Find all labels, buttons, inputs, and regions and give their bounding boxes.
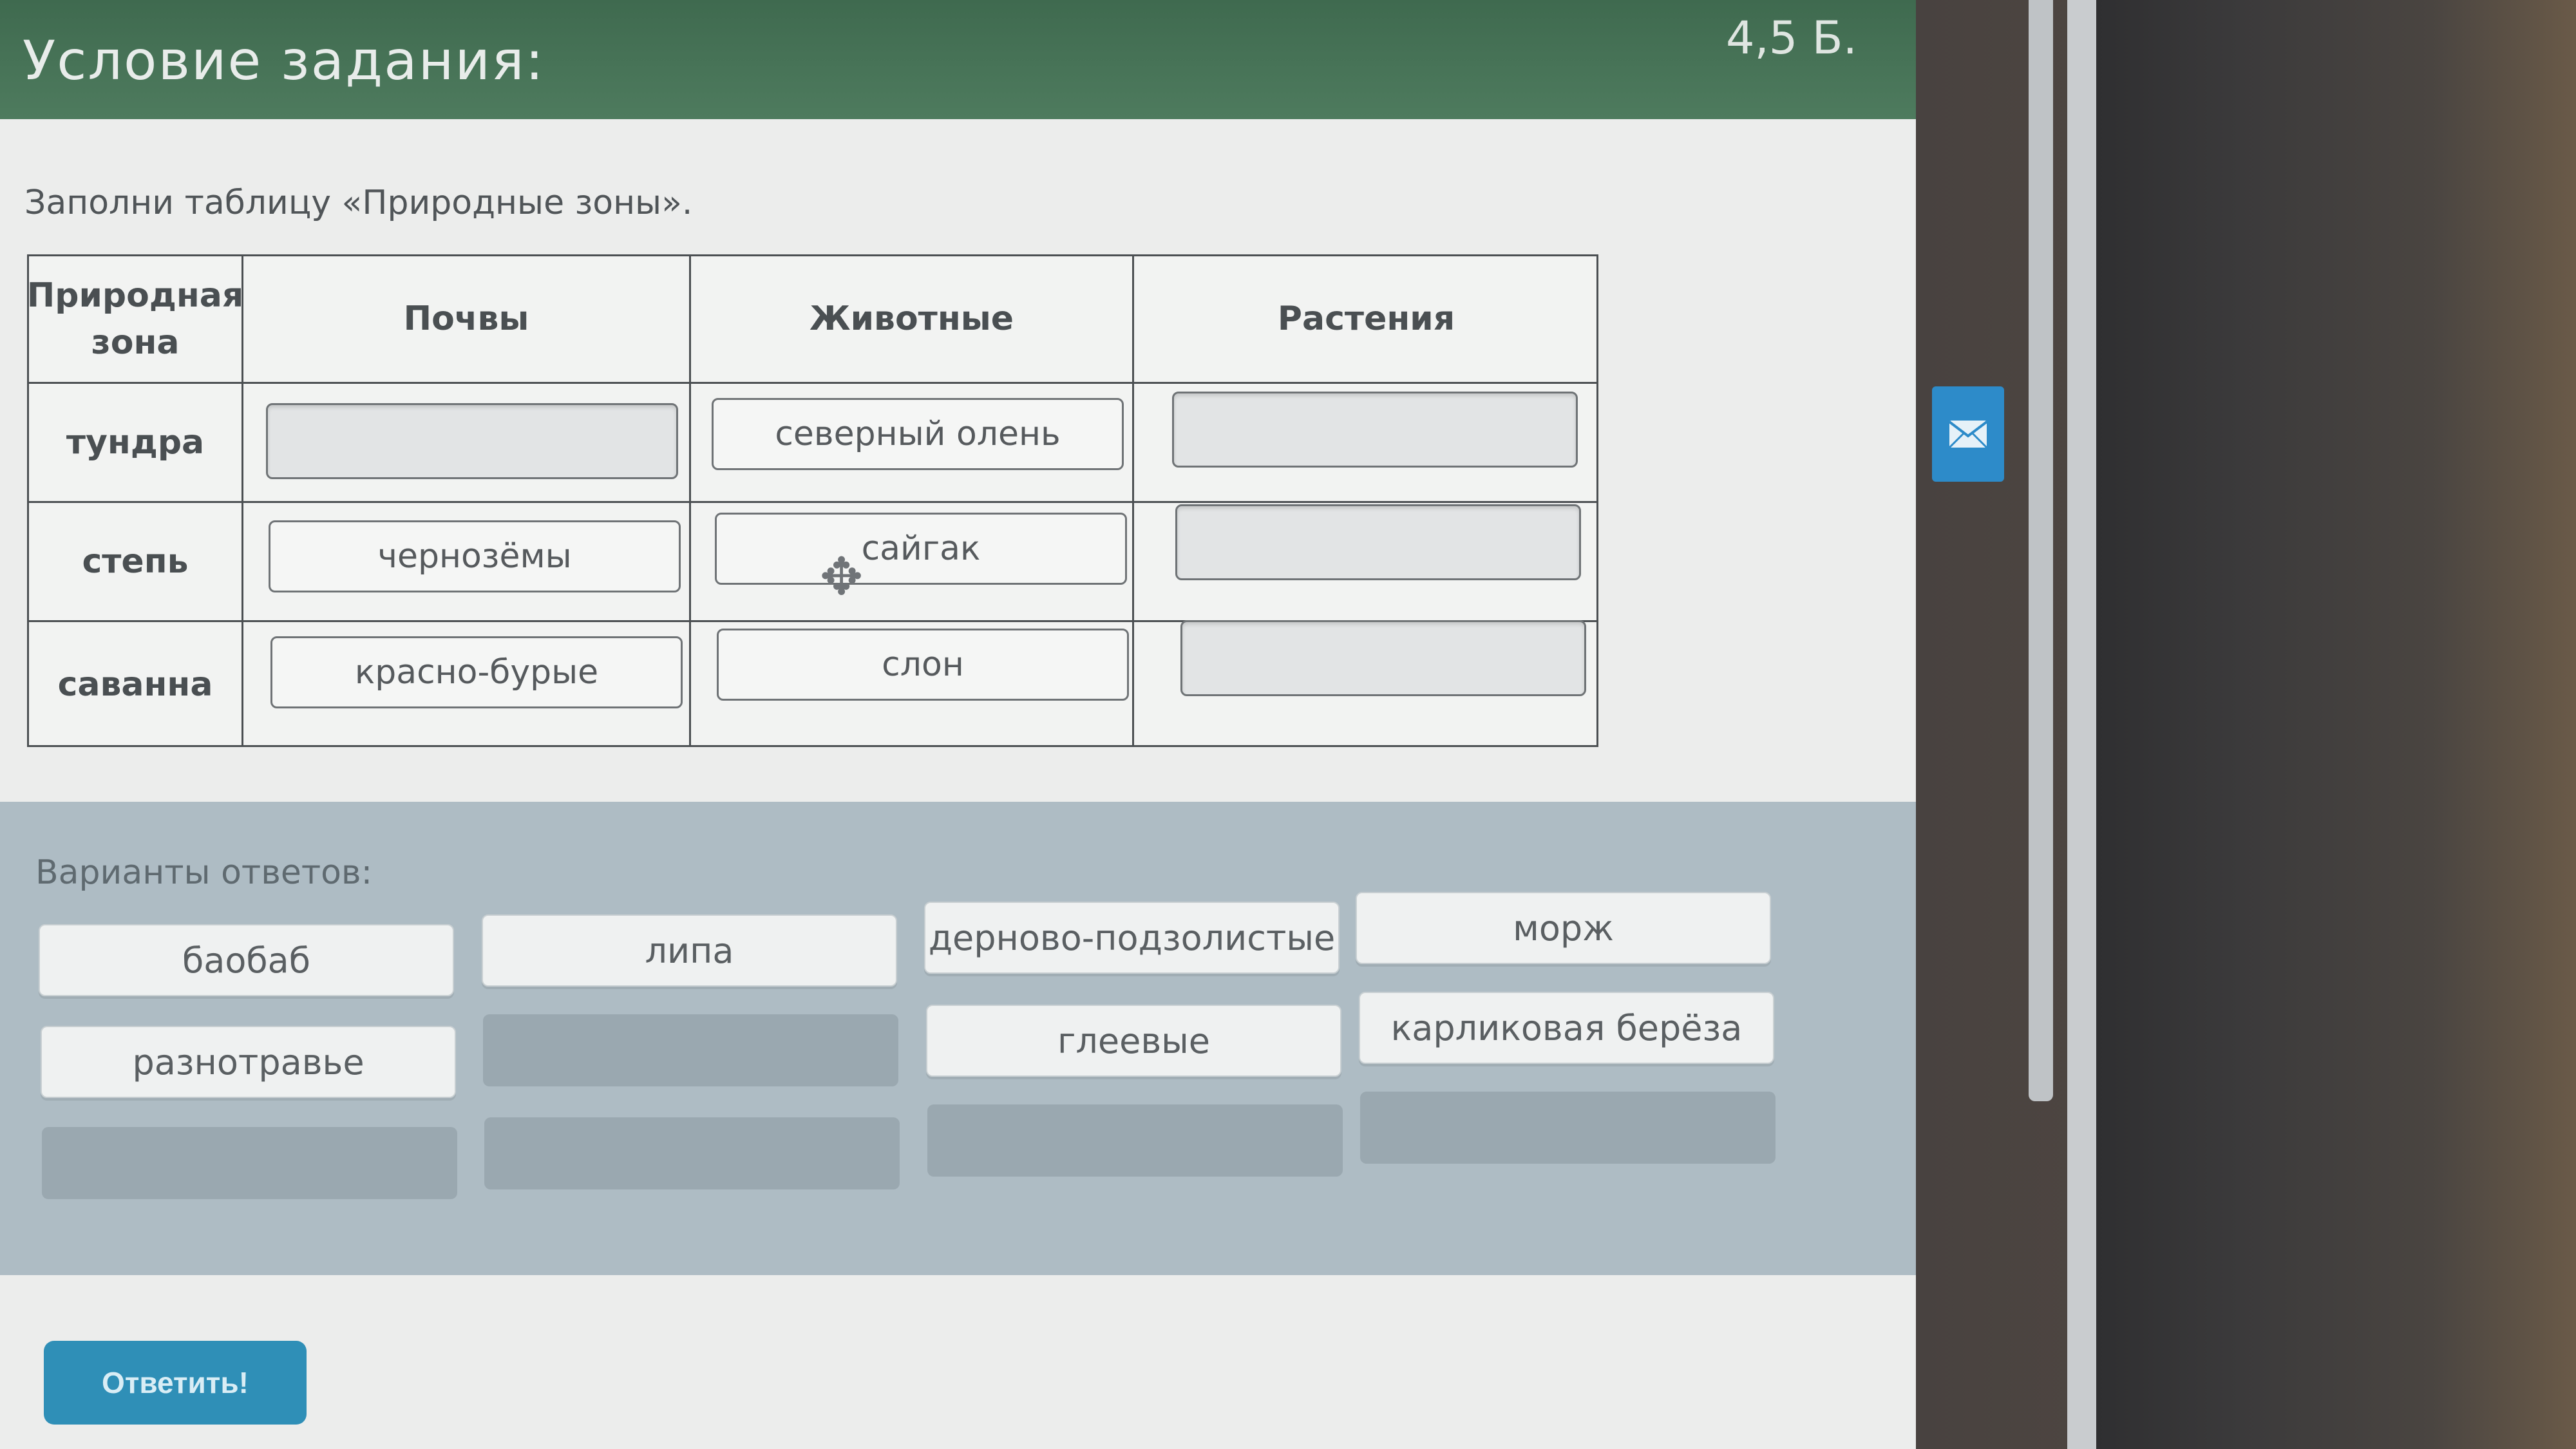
- option-dwarf-birch[interactable]: карликовая берёза: [1359, 992, 1774, 1064]
- empty-option-slot: [42, 1127, 457, 1199]
- header-plants: Растения: [1277, 299, 1455, 339]
- table-divider: [29, 382, 1596, 384]
- option-linden[interactable]: липа: [482, 914, 897, 987]
- answer-tundra-animal[interactable]: северный олень: [712, 398, 1124, 470]
- table-divider: [29, 501, 1596, 503]
- drop-slot-steppe-plant[interactable]: [1175, 504, 1581, 580]
- option-gley[interactable]: глеевые: [926, 1005, 1341, 1077]
- zone-tundra: тундра: [66, 423, 205, 462]
- option-forbs[interactable]: разнотравье: [41, 1026, 456, 1098]
- header-zone: Природная зона: [26, 276, 244, 362]
- zone-savanna: саванна: [57, 665, 213, 704]
- answer-steppe-animal[interactable]: сайгак: [715, 513, 1127, 585]
- submit-button[interactable]: Ответить!: [44, 1341, 307, 1425]
- option-walrus[interactable]: морж: [1356, 892, 1771, 964]
- task-screen: Условие задания: 4,5 Б. Заполни таблицу …: [0, 0, 1916, 1449]
- option-sod-podzolic[interactable]: дерново-подзолистые: [924, 902, 1340, 974]
- header-animals: Животные: [809, 299, 1014, 339]
- zone-steppe: степь: [82, 542, 189, 581]
- move-cursor-icon: ✥: [820, 547, 864, 607]
- monitor-bezel: [2067, 0, 2096, 1449]
- empty-option-slot: [1360, 1092, 1776, 1164]
- empty-option-slot: [484, 1117, 900, 1189]
- answer-steppe-soil[interactable]: чернозёмы: [269, 520, 681, 592]
- header-soil: Почвы: [403, 299, 529, 339]
- empty-option-slot: [927, 1104, 1343, 1177]
- drop-slot-savanna-plant[interactable]: [1180, 620, 1586, 696]
- natural-zones-table: Природная зона Почвы Животные Растения т…: [27, 254, 1598, 747]
- answer-savanna-animal[interactable]: слон: [717, 629, 1129, 701]
- instruction-text: Заполни таблицу «Природные зоны».: [24, 184, 693, 222]
- answer-options-panel: Варианты ответов: баобаб липа дерново-по…: [0, 802, 1916, 1275]
- drop-slot-tundra-soil[interactable]: [266, 403, 678, 479]
- answer-savanna-soil[interactable]: красно-бурые: [270, 636, 683, 708]
- answers-label: Варианты ответов:: [35, 853, 373, 892]
- task-title: Условие задания:: [23, 29, 545, 92]
- option-baobab[interactable]: баобаб: [39, 924, 454, 996]
- score-label: 4,5 Б.: [1726, 12, 1857, 64]
- room-background: [2096, 0, 2576, 1449]
- drop-slot-tundra-plant[interactable]: [1172, 392, 1578, 468]
- empty-option-slot: [483, 1014, 898, 1086]
- page-scrollbar[interactable]: [2029, 0, 2053, 1101]
- envelope-icon: [1948, 421, 1988, 449]
- task-header: Условие задания: 4,5 Б.: [0, 0, 1916, 119]
- mail-button[interactable]: [1932, 386, 2004, 482]
